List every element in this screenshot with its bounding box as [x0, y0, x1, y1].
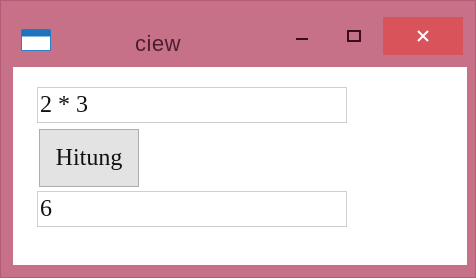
minimize-icon: [296, 38, 308, 40]
expression-input[interactable]: 2 * 3: [37, 87, 347, 123]
result-field[interactable]: 6: [37, 191, 347, 227]
close-button[interactable]: [383, 17, 463, 55]
maximize-button[interactable]: [331, 17, 377, 55]
hitung-button[interactable]: Hitung: [39, 129, 139, 187]
maximize-icon: [347, 30, 361, 42]
minimize-button[interactable]: [279, 17, 325, 55]
title-bar[interactable]: ciew: [1, 1, 475, 65]
window-app-icon: [21, 29, 51, 51]
close-icon: [417, 30, 429, 42]
form-client-area: 2 * 3 Hitung 6: [13, 67, 467, 265]
app-window: ciew 2 * 3 Hitung 6: [0, 0, 476, 278]
window-title: ciew: [135, 31, 182, 56]
